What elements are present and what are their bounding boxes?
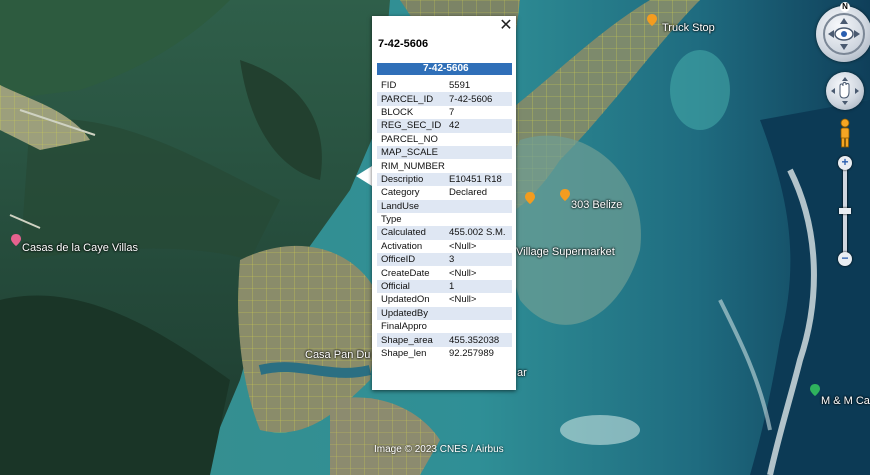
zoom-in-button[interactable]: + (838, 156, 852, 170)
attribute-row: Shape_area 455.352038 (377, 333, 512, 347)
zoom-slider[interactable]: + − (836, 152, 854, 272)
attribute-value: Declared (449, 187, 488, 199)
map-pin-icon[interactable] (560, 189, 570, 201)
attribute-value: 455.352038 (445, 333, 512, 347)
attribute-key: UpdatedBy (377, 306, 445, 321)
attribute-key: REG_SEC_ID (377, 119, 445, 133)
attribute-row: Official 1 (377, 279, 512, 294)
map-label-mm-ca[interactable]: M & M Ca (821, 395, 870, 407)
attribute-key: OfficeID (377, 253, 445, 267)
attribute-value (445, 199, 512, 213)
attribute-key: BLOCK (381, 106, 414, 118)
map-label-303-belize[interactable]: 303 Belize (571, 199, 622, 211)
attribute-row: RIM_NUMBER (377, 159, 512, 172)
attribute-row: PARCEL_ID 7-42-5606 (377, 92, 512, 106)
zoom-out-button[interactable]: − (838, 252, 852, 266)
attribute-row: FID 5591 (377, 79, 512, 92)
map-pin-icon[interactable] (525, 192, 535, 204)
hand-icon (831, 77, 859, 105)
attribute-value: <Null> (449, 240, 477, 252)
popup-header-bar: 7-42-5606 (377, 63, 512, 75)
attribute-row: MAP_SCALE (377, 145, 512, 160)
attribute-key: FID (381, 80, 397, 92)
close-icon[interactable]: ✕ (498, 18, 514, 34)
attribute-value: 92.257989 (449, 348, 494, 359)
attribute-row: LandUse (377, 199, 512, 213)
street-view-pegman-icon[interactable] (838, 118, 852, 148)
attribute-key: Shape_len (381, 348, 427, 359)
attribute-key: FinalAppro (381, 321, 427, 333)
attribute-row: Activation <Null> (377, 240, 512, 253)
attribute-value (445, 213, 512, 226)
attribute-value: <Null> (449, 294, 477, 306)
popup-pointer (356, 166, 372, 186)
attribute-row: PARCEL_NO (377, 133, 512, 146)
attribute-value (445, 320, 512, 333)
attribute-key: UpdatedOn (381, 294, 430, 306)
map-label-village-supermarket[interactable]: Village Supermarket (516, 246, 615, 258)
attribute-row: Category Declared (377, 186, 512, 199)
map-label-truck-stop[interactable]: Truck Stop (662, 22, 715, 34)
attribute-key: CreateDate (381, 267, 430, 279)
attribute-value: 42 (445, 119, 512, 133)
attribute-key: Shape_area (377, 333, 445, 347)
popup-title: 7-42-5606 (378, 38, 429, 50)
attribute-key: MAP_SCALE (377, 145, 445, 160)
attribute-row: Type (377, 213, 512, 226)
attribute-value: 455.002 S.M. (445, 226, 512, 240)
attribute-value: E10451 R18 (445, 172, 512, 187)
attribute-value: 3 (445, 253, 512, 267)
map-pin-icon[interactable] (647, 14, 657, 26)
attribute-value: 7 (449, 106, 455, 118)
attribute-row: Descriptio E10451 R18 (377, 172, 512, 187)
north-indicator[interactable]: N (840, 2, 850, 12)
parcel-info-popup: ✕ 7-42-5606 7-42-5606 FID 5591 PARCEL_ID 7-… (372, 16, 516, 390)
attribute-key: Type (381, 214, 402, 226)
pan-control[interactable] (826, 72, 864, 110)
attribute-row: BLOCK 7 (377, 106, 512, 119)
attribute-value: 7-42-5606 (445, 92, 512, 106)
attribute-value: 1 (445, 279, 512, 294)
attribute-key: LandUse (377, 199, 445, 213)
attribute-key: PARCEL_NO (381, 133, 438, 145)
attribute-key: PARCEL_ID (377, 92, 445, 106)
attribute-key: Calculated (377, 226, 445, 240)
map-label-ar[interactable]: ar (517, 367, 527, 379)
attribute-value (445, 159, 512, 172)
compass-eye-icon (823, 13, 865, 55)
attribute-table: FID 5591 PARCEL_ID 7-42-5606 BLOCK 7 REG_SEC_I… (377, 79, 512, 360)
map-label-casa-pan-dulce[interactable]: Casa Pan Du (305, 349, 370, 361)
map-pin-icon[interactable] (810, 384, 820, 396)
attribute-value: 5591 (449, 80, 471, 92)
attribute-key: Descriptio (377, 172, 445, 187)
attribute-value (445, 145, 512, 160)
attribute-row: Shape_len 92.257989 (377, 347, 512, 360)
zoom-thumb[interactable] (839, 208, 851, 214)
map-label-casas-de-la-caye[interactable]: Casas de la Caye Villas (22, 242, 138, 254)
attribute-row: OfficeID 3 (377, 253, 512, 267)
attribute-row: CreateDate <Null> (377, 266, 512, 279)
attribute-key: Official (377, 279, 445, 294)
attribute-key: RIM_NUMBER (381, 160, 445, 172)
attribute-row: UpdatedOn <Null> (377, 293, 512, 306)
attribute-row: FinalAppro (377, 320, 512, 333)
attribute-key: Category (381, 187, 420, 199)
map-pin-icon[interactable] (11, 234, 21, 246)
attribute-row: UpdatedBy (377, 306, 512, 321)
compass-control[interactable]: N (816, 2, 870, 62)
imagery-copyright: Image © 2023 CNES / Airbus (374, 444, 504, 455)
attribute-row: Calculated 455.002 S.M. (377, 226, 512, 240)
attribute-value: <Null> (449, 267, 477, 279)
attribute-value (445, 306, 512, 321)
attribute-row: REG_SEC_ID 42 (377, 119, 512, 133)
attribute-value (445, 133, 512, 146)
attribute-key: Activation (381, 240, 423, 252)
